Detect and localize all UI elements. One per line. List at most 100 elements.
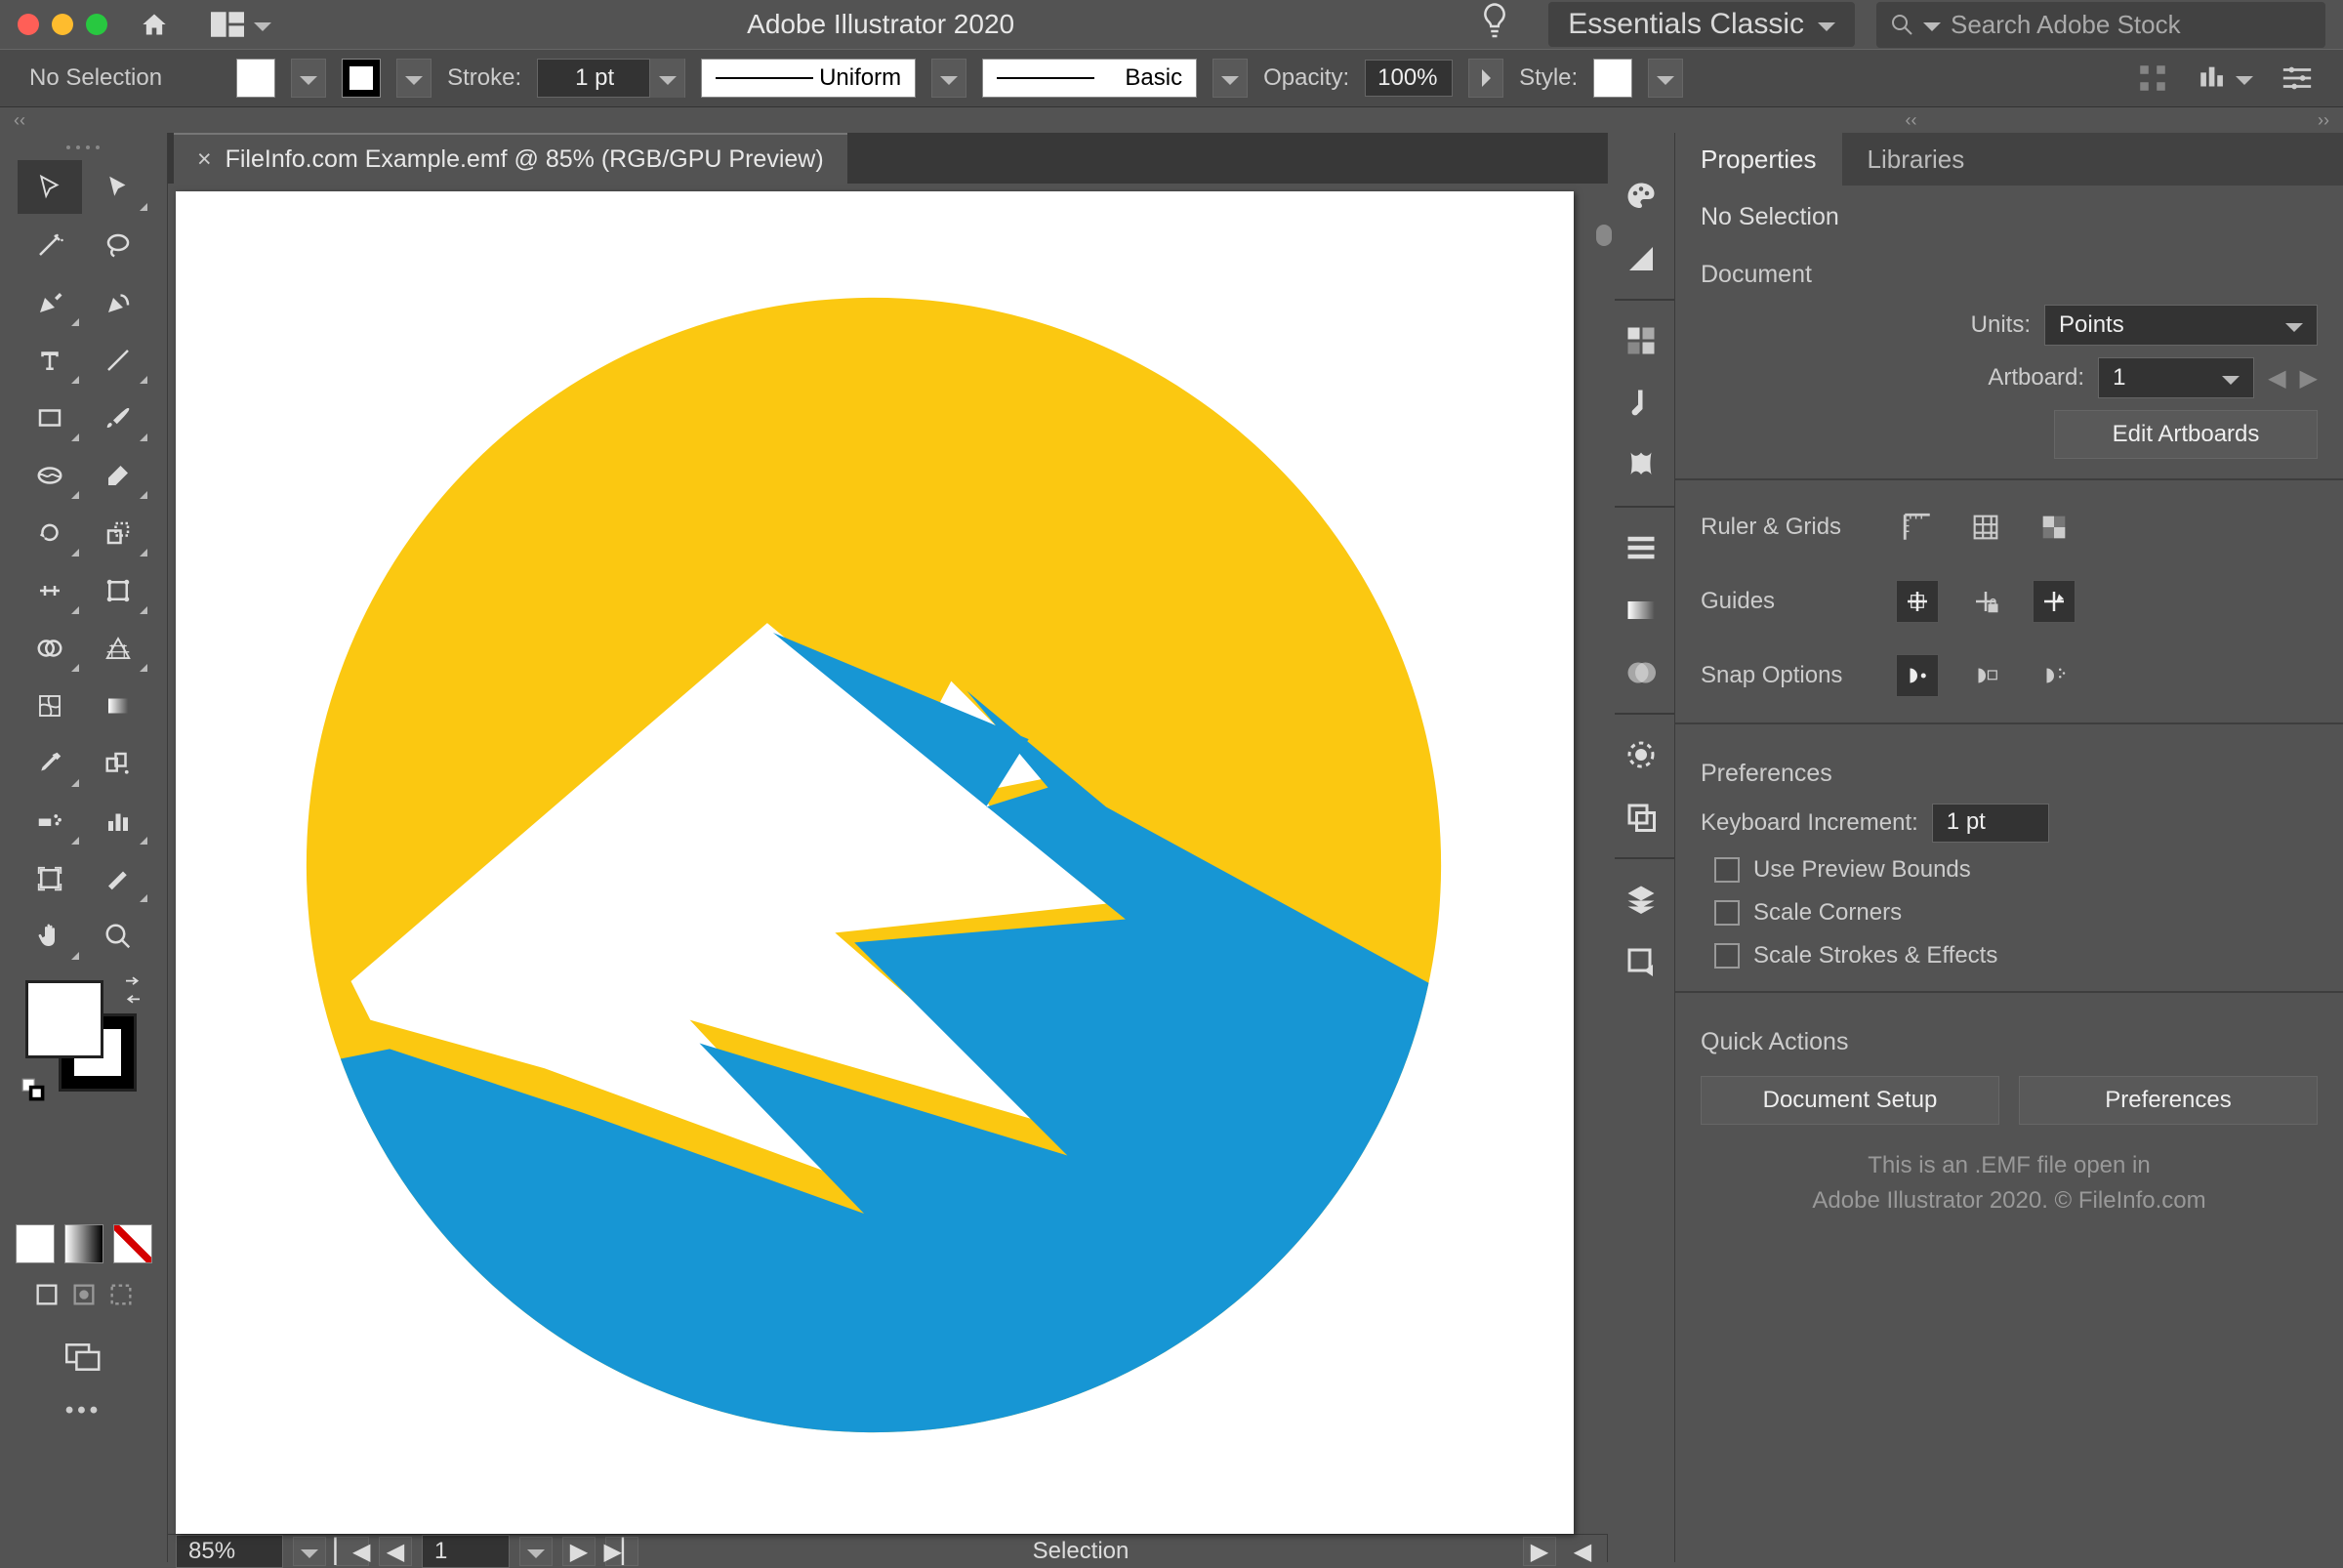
snap-point-icon[interactable] [1896,654,1939,697]
fullscreen-window-icon[interactable] [86,14,107,35]
direct-selection-tool[interactable] [86,160,150,214]
symbols-panel-icon[interactable] [1617,439,1665,492]
swap-fill-stroke-icon[interactable] [119,976,146,1004]
curvature-tool[interactable] [86,275,150,329]
draw-mode-normal-icon[interactable] [33,1281,61,1308]
tab-properties[interactable]: Properties [1675,133,1842,186]
tab-libraries[interactable]: Libraries [1842,133,1991,186]
eraser-tool[interactable] [86,448,150,502]
ruler-toggle-icon[interactable] [1896,506,1939,549]
smart-guides-icon[interactable] [2033,580,2076,623]
line-segment-tool[interactable] [86,333,150,387]
lasso-tool[interactable] [86,218,150,271]
appearance-panel-icon[interactable] [1617,728,1665,781]
gradient-tool[interactable] [86,679,150,732]
free-transform-tool[interactable] [86,563,150,617]
paintbrush-tool[interactable] [86,391,150,444]
zoom-tool[interactable] [86,909,150,963]
transparency-grid-icon[interactable] [2033,506,2076,549]
close-tab-icon[interactable]: × [197,145,212,174]
color-mode-gradient[interactable] [64,1224,103,1263]
vw-dropdown[interactable] [931,59,966,98]
selection-tool[interactable] [18,160,82,214]
grid-toggle-icon[interactable] [1964,506,2007,549]
color-mode-none[interactable] [113,1224,152,1263]
next-artboard-icon[interactable]: ▶ [2300,364,2318,392]
magic-wand-tool[interactable] [18,218,82,271]
artboard-select[interactable]: 1 [2098,357,2254,398]
fill-stroke-indicator[interactable] [25,980,143,1097]
units-select[interactable]: Points [2044,305,2318,346]
preferences-button[interactable]: Preferences [2019,1076,2318,1125]
blend-tool[interactable] [86,736,150,790]
shaper-tool[interactable] [18,448,82,502]
type-tool[interactable] [18,333,82,387]
guides-lock-icon[interactable] [1964,580,2007,623]
discover-button[interactable] [1480,2,1509,48]
variable-width-profile[interactable]: Uniform [701,59,916,98]
brush-definition[interactable]: Basic [982,59,1197,98]
collapse-dock-icon[interactable]: ‹‹ [1906,110,1917,131]
stroke-swatch[interactable] [342,59,381,98]
arrange-documents-button[interactable] [201,7,281,42]
rotate-tool[interactable] [18,506,82,559]
stroke-weight-input[interactable]: 1 pt [537,59,685,98]
screen-mode-button[interactable] [65,1330,103,1383]
asset-export-panel-icon[interactable] [1617,935,1665,988]
document-tab[interactable]: × FileInfo.com Example.emf @ 85% (RGB/GP… [174,133,847,184]
collapse-left-icon[interactable]: ‹‹ [14,110,25,131]
stroke-dropdown[interactable] [396,59,432,98]
canvas[interactable] [176,191,1574,1534]
keyboard-increment-input[interactable]: 1 pt [1932,804,2049,843]
fill-dropdown[interactable] [291,59,326,98]
gradient-panel-icon[interactable] [1617,584,1665,637]
color-mode-solid[interactable] [16,1224,55,1263]
home-button[interactable] [129,7,180,42]
perspective-grid-tool[interactable] [86,621,150,675]
hand-tool[interactable] [18,909,82,963]
panel-grip-icon[interactable] [62,143,105,152]
stock-search[interactable]: Search Adobe Stock [1876,2,2325,48]
collapse-right-icon[interactable]: ›› [2318,110,2329,131]
mesh-tool[interactable] [18,679,82,732]
vertical-scrollbar[interactable] [1593,184,1615,1534]
stroke-panel-icon[interactable] [1617,521,1665,574]
snap-grid-icon[interactable] [1964,654,2007,697]
workspace-switcher[interactable]: Essentials Classic [1548,2,1855,47]
scale-corners-checkbox[interactable]: Scale Corners [1675,891,2343,934]
close-window-icon[interactable] [18,14,39,35]
style-dropdown[interactable] [1648,59,1683,98]
brush-dropdown[interactable] [1213,59,1248,98]
fill-swatch[interactable] [236,59,275,98]
shape-builder-tool[interactable] [18,621,82,675]
width-tool[interactable] [18,563,82,617]
layers-panel-icon[interactable] [1617,873,1665,926]
guides-visibility-icon[interactable] [1896,580,1939,623]
prev-artboard-icon[interactable]: ◀ [2268,364,2285,392]
edit-toolbar-button[interactable]: ••• [65,1383,102,1437]
default-fill-stroke-icon[interactable] [21,1078,45,1101]
artboard-number-input[interactable]: 1 [422,1535,510,1568]
fill-color-box[interactable] [25,980,103,1058]
brushes-panel-icon[interactable] [1617,377,1665,430]
column-graph-tool[interactable] [86,794,150,847]
edit-artboards-button[interactable]: Edit Artboards [2054,410,2318,459]
draw-mode-behind-icon[interactable] [70,1281,98,1308]
scale-tool[interactable] [86,506,150,559]
slice-tool[interactable] [86,851,150,905]
prefs-icon[interactable] [2281,62,2314,95]
rectangle-tool[interactable] [18,391,82,444]
symbol-sprayer-tool[interactable] [18,794,82,847]
scale-strokes-checkbox[interactable]: Scale Strokes & Effects [1675,934,2343,977]
style-swatch[interactable] [1593,59,1632,98]
document-setup-button[interactable]: Document Setup [1701,1076,1999,1125]
opacity-input[interactable]: 100% [1365,60,1453,97]
zoom-input[interactable]: 85% [176,1535,283,1568]
swatches-panel-icon[interactable] [1617,314,1665,367]
align-icon[interactable] [2136,62,2169,95]
transform-panel-button[interactable] [2197,62,2253,95]
color-guide-panel-icon[interactable] [1617,232,1665,285]
color-panel-icon[interactable] [1617,170,1665,223]
use-preview-bounds-checkbox[interactable]: Use Preview Bounds [1675,848,2343,891]
transparency-panel-icon[interactable] [1617,646,1665,699]
